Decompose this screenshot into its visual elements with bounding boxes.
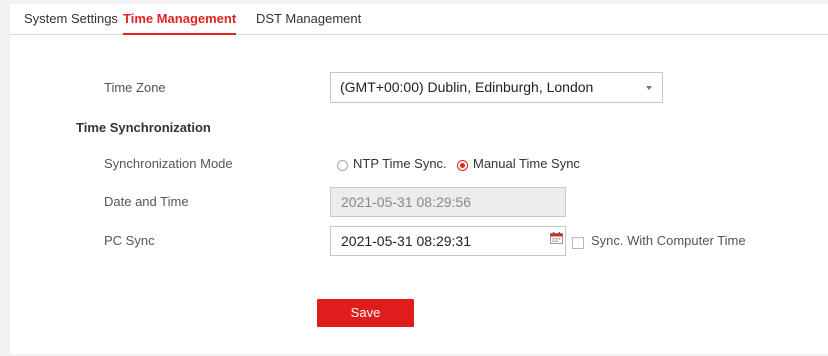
tab-dst-management[interactable]: DST Management	[256, 4, 361, 34]
time-zone-select[interactable]: (GMT+00:00) Dublin, Edinburgh, London	[330, 72, 663, 103]
radio-selected-dot	[460, 163, 465, 168]
save-button[interactable]: Save	[317, 299, 414, 327]
tab-time-management[interactable]: Time Management	[123, 4, 237, 35]
tab-bar: System Settings Time Management DST Mana…	[10, 4, 828, 35]
time-management-panel: System Settings Time Management DST Mana…	[10, 4, 828, 354]
sync-mode-label: Synchronization Mode	[104, 156, 233, 171]
date-time-field: 2021-05-31 08:29:56	[330, 187, 566, 217]
time-zone-label: Time Zone	[104, 80, 166, 95]
time-zone-value: (GMT+00:00) Dublin, Edinburgh, London	[340, 79, 594, 95]
date-time-label: Date and Time	[104, 194, 189, 209]
time-synchronization-heading: Time Synchronization	[76, 120, 211, 135]
calendar-icon[interactable]	[550, 232, 563, 244]
manual-sync-label[interactable]: Manual Time Sync	[473, 156, 580, 171]
tab-system-settings[interactable]: System Settings	[24, 4, 118, 34]
pc-sync-label: PC Sync	[104, 233, 155, 248]
sync-with-computer-label[interactable]: Sync. With Computer Time	[591, 233, 746, 248]
ntp-sync-label[interactable]: NTP Time Sync.	[353, 156, 447, 171]
manual-sync-radio[interactable]	[457, 160, 468, 171]
ntp-sync-radio[interactable]	[337, 160, 348, 171]
pc-sync-field[interactable]: 2021-05-31 08:29:31	[330, 226, 566, 256]
chevron-down-icon	[646, 86, 652, 90]
sync-with-computer-checkbox[interactable]	[572, 237, 584, 249]
